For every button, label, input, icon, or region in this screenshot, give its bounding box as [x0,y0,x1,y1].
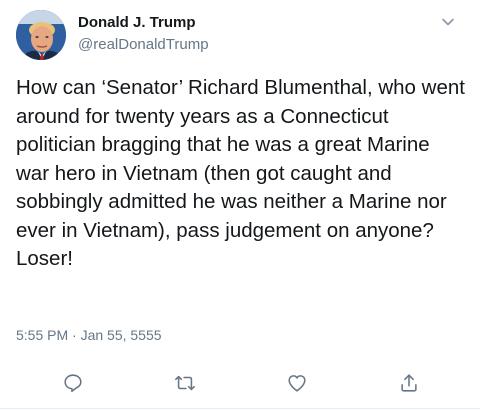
tweet-actions [0,370,480,400]
tweet-text: How can ‘Senator’ Richard Blumenthal, wh… [16,76,471,270]
author-info: Donald J. Trump @realDonaldTrump [78,14,209,54]
chevron-down-icon[interactable] [440,14,456,30]
retweet-icon [175,375,195,391]
author-display-name[interactable]: Donald J. Trump [78,14,209,32]
author-handle[interactable]: @realDonaldTrump [78,36,209,54]
retweet-button[interactable] [172,370,198,396]
tweet-timestamp[interactable]: 5:55 PM · Jan 55, 5555 [16,327,162,343]
profile-photo [16,10,66,60]
share-button[interactable] [396,370,422,396]
tweet-card: Donald J. Trump @realDonaldTrump How can… [0,0,480,410]
avatar[interactable] [16,10,66,60]
share-icon [401,374,417,392]
reply-icon [64,374,82,393]
divider [0,408,480,409]
like-button[interactable] [284,370,310,396]
reply-button[interactable] [60,370,86,396]
heart-icon [288,375,306,392]
